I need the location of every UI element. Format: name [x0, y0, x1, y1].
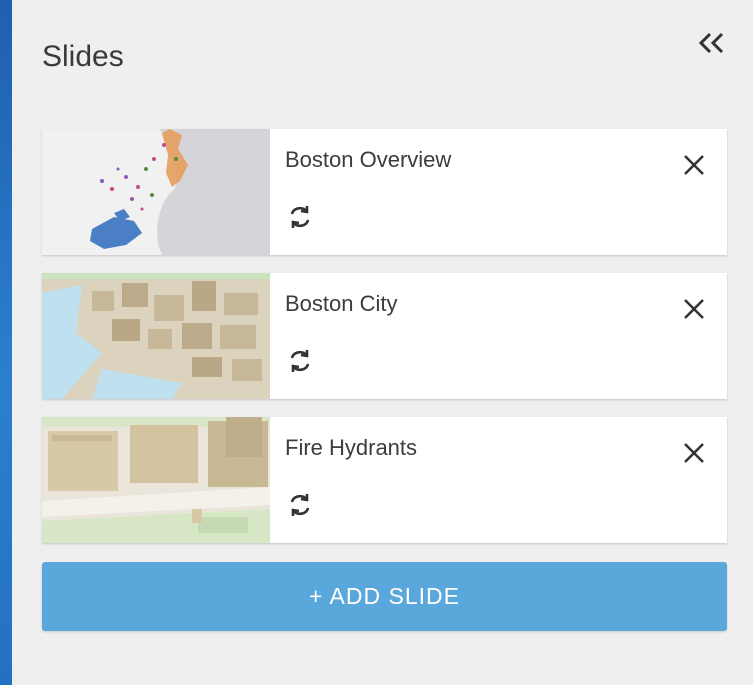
refresh-icon — [290, 350, 310, 372]
close-icon — [684, 299, 704, 319]
delete-slide-button[interactable] — [676, 435, 712, 471]
panel-title: Slides — [42, 40, 124, 73]
slide-card-boston-city[interactable]: Boston City — [42, 273, 727, 399]
collapse-button[interactable] — [694, 26, 728, 60]
slides-panel: Slides Boston Overview Boston City Fire … — [12, 0, 753, 685]
update-slide-button[interactable] — [282, 343, 318, 379]
update-slide-button[interactable] — [282, 487, 318, 523]
slide-thumbnail[interactable] — [42, 417, 270, 543]
refresh-icon — [290, 206, 310, 228]
update-slide-button[interactable] — [282, 199, 318, 235]
delete-slide-button[interactable] — [676, 147, 712, 183]
slide-title[interactable]: Fire Hydrants — [285, 435, 417, 461]
slide-thumbnail[interactable] — [42, 129, 270, 255]
add-slide-button[interactable]: + ADD SLIDE — [42, 562, 727, 631]
slide-title[interactable]: Boston Overview — [285, 147, 451, 173]
slide-card-fire-hydrants[interactable]: Fire Hydrants — [42, 417, 727, 543]
close-icon — [684, 155, 704, 175]
close-icon — [684, 443, 704, 463]
slide-thumbnail[interactable] — [42, 273, 270, 399]
delete-slide-button[interactable] — [676, 291, 712, 327]
double-chevron-left-icon — [698, 32, 724, 54]
refresh-icon — [290, 494, 310, 516]
slide-title[interactable]: Boston City — [285, 291, 398, 317]
slide-card-boston-overview[interactable]: Boston Overview — [42, 129, 727, 255]
